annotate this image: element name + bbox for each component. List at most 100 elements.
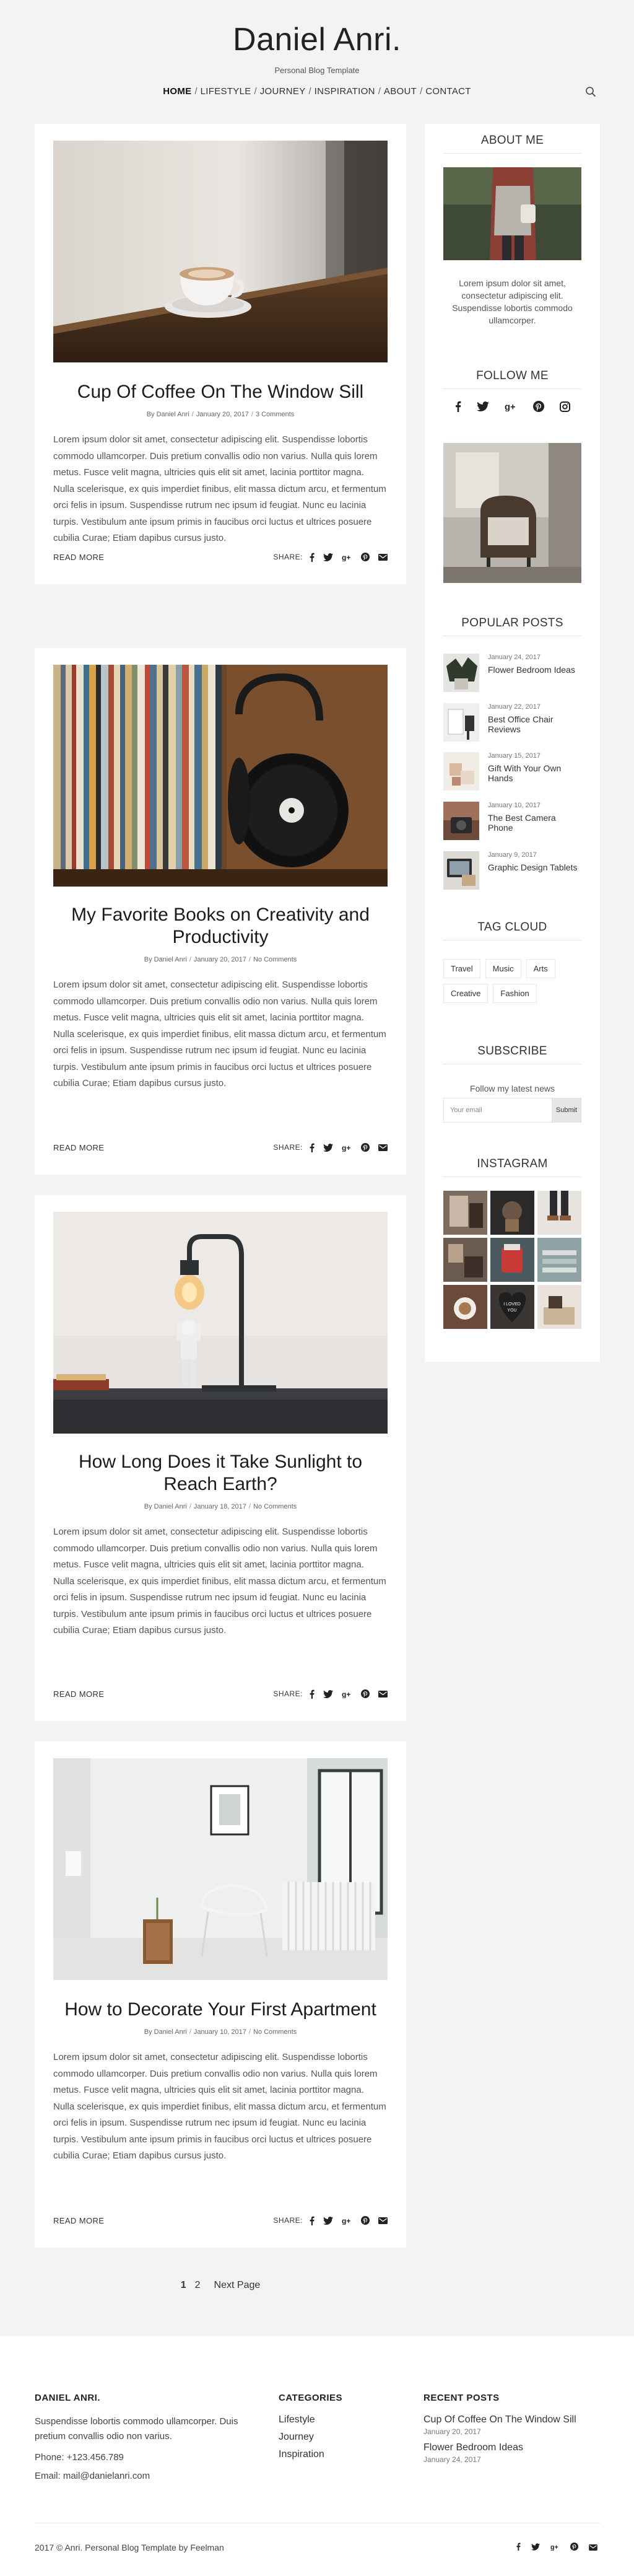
nav-item-home[interactable]: HOME xyxy=(160,86,194,97)
instagram-photo[interactable] xyxy=(443,1238,487,1282)
post-image-records[interactable] xyxy=(53,665,388,887)
footer-email[interactable]: Email: mail@danielanri.com xyxy=(35,2469,150,2484)
post-author[interactable]: By Daniel Anri xyxy=(144,956,187,963)
twitter-icon[interactable] xyxy=(323,1689,333,1698)
nav-item-lifestyle[interactable]: LIFESTYLE xyxy=(198,86,254,97)
pagination-page-1[interactable]: 1 xyxy=(181,2280,186,2291)
tag-arts[interactable]: Arts xyxy=(526,959,555,978)
post-comments[interactable]: No Comments xyxy=(253,1503,297,1510)
popular-post-date: January 10, 2017 xyxy=(488,802,541,809)
twitter-icon[interactable] xyxy=(531,2543,540,2554)
submit-button[interactable]: Submit xyxy=(552,1098,581,1123)
post-comments[interactable]: No Comments xyxy=(253,956,297,963)
email-icon[interactable] xyxy=(589,2543,597,2554)
nav-item-contact[interactable]: CONTACT xyxy=(422,86,474,97)
tag-music[interactable]: Music xyxy=(485,959,521,978)
post-image-lamp[interactable] xyxy=(53,1212,388,1434)
google-plus-icon[interactable]: g+ xyxy=(550,2543,560,2554)
read-more-link[interactable]: READ MORE xyxy=(53,553,104,562)
instagram-photo[interactable] xyxy=(490,1191,534,1235)
pinterest-icon[interactable] xyxy=(361,1143,370,1152)
facebook-icon[interactable] xyxy=(454,401,461,415)
facebook-icon[interactable] xyxy=(516,2543,521,2554)
post-title[interactable]: Cup Of Coffee On The Window Sill xyxy=(53,381,388,403)
read-more-link[interactable]: READ MORE xyxy=(53,1143,104,1152)
facebook-icon[interactable] xyxy=(309,1143,315,1152)
google-plus-icon[interactable]: g+ xyxy=(342,1690,352,1698)
google-plus-icon[interactable]: g+ xyxy=(342,2217,352,2225)
pinterest-icon[interactable] xyxy=(533,401,544,415)
popular-post-title[interactable]: Graphic Design Tablets xyxy=(488,862,581,872)
popular-post-title[interactable]: Gift With Your Own Hands xyxy=(488,763,581,783)
post-image-coffee[interactable] xyxy=(53,141,388,362)
pagination-page-2[interactable]: 2 xyxy=(195,2280,201,2291)
nav-item-about[interactable]: ABOUT xyxy=(381,86,420,97)
next-page-link[interactable]: Next Page xyxy=(214,2280,261,2291)
popular-post-date: January 9, 2017 xyxy=(488,851,537,859)
instagram-photo[interactable] xyxy=(443,1191,487,1235)
popular-post-title[interactable]: The Best Camera Phone xyxy=(488,813,581,833)
footer-category-link[interactable]: Journey xyxy=(279,2432,314,2443)
email-icon[interactable] xyxy=(378,1690,388,1698)
twitter-icon[interactable] xyxy=(477,401,489,414)
popular-post-thumb xyxy=(443,851,479,890)
nav-item-inspiration[interactable]: INSPIRATION xyxy=(311,86,378,97)
popular-post-item[interactable]: January 9, 2017 Graphic Design Tablets xyxy=(443,851,581,890)
google-plus-icon[interactable]: g+ xyxy=(505,401,518,414)
email-field[interactable] xyxy=(443,1098,552,1123)
twitter-icon[interactable] xyxy=(323,2216,333,2225)
post-title[interactable]: My Favorite Books on Creativity and Prod… xyxy=(53,904,388,948)
nav-item-journey[interactable]: JOURNEY xyxy=(257,86,309,97)
sidebar-feature-image[interactable] xyxy=(443,443,581,583)
popular-post-item[interactable]: January 22, 2017 Best Office Chair Revie… xyxy=(443,703,581,742)
pinterest-icon[interactable] xyxy=(361,553,370,561)
post-comments[interactable]: No Comments xyxy=(253,2028,297,2036)
footer-social-icons: g+ xyxy=(516,2543,597,2554)
twitter-icon[interactable] xyxy=(323,553,333,561)
read-more-link[interactable]: READ MORE xyxy=(53,1689,104,1699)
twitter-icon[interactable] xyxy=(323,1143,333,1152)
google-plus-icon[interactable]: g+ xyxy=(342,1144,352,1152)
instagram-photo[interactable]: I LOVED YOU xyxy=(490,1285,534,1329)
tag-travel[interactable]: Travel xyxy=(443,959,480,978)
tag-fashion[interactable]: Fashion xyxy=(493,984,537,1003)
site-title[interactable]: Daniel Anri. xyxy=(0,21,634,58)
popular-post-item[interactable]: January 10, 2017 The Best Camera Phone xyxy=(443,802,581,840)
popular-post-item[interactable]: January 24, 2017 Flower Bedroom Ideas xyxy=(443,654,581,692)
read-more-link[interactable]: READ MORE xyxy=(53,2216,104,2225)
popular-post-title[interactable]: Best Office Chair Reviews xyxy=(488,714,581,734)
footer-category-link[interactable]: Lifestyle xyxy=(279,2414,315,2425)
pinterest-icon[interactable] xyxy=(570,2543,578,2554)
facebook-icon[interactable] xyxy=(309,2216,315,2225)
google-plus-icon[interactable]: g+ xyxy=(342,553,352,561)
email-icon[interactable] xyxy=(378,2217,388,2224)
post-title[interactable]: How Long Does it Take Sunlight to Reach … xyxy=(53,1451,388,1496)
popular-post-item[interactable]: January 15, 2017 Gift With Your Own Hand… xyxy=(443,752,581,791)
instagram-photo[interactable] xyxy=(443,1285,487,1329)
post-title[interactable]: How to Decorate Your First Apartment xyxy=(53,1999,388,2021)
instagram-photo[interactable] xyxy=(537,1238,581,1282)
post-author[interactable]: By Daniel Anri xyxy=(144,1503,187,1510)
email-icon[interactable] xyxy=(378,553,388,561)
search-icon[interactable] xyxy=(584,86,597,100)
popular-post-title[interactable]: Flower Bedroom Ideas xyxy=(488,665,581,675)
post-image-apartment[interactable] xyxy=(53,1758,388,1980)
tag-creative[interactable]: Creative xyxy=(443,984,489,1003)
instagram-photo[interactable] xyxy=(490,1238,534,1282)
facebook-icon[interactable] xyxy=(309,1689,315,1699)
facebook-icon[interactable] xyxy=(309,553,315,562)
post-footer: READ MORE SHARE: g+ xyxy=(53,1688,388,1700)
pinterest-icon[interactable] xyxy=(361,2216,370,2225)
email-icon[interactable] xyxy=(378,1144,388,1151)
footer-category-link[interactable]: Inspiration xyxy=(279,2449,324,2460)
instagram-photo[interactable] xyxy=(537,1191,581,1235)
post-author[interactable]: By Daniel Anri xyxy=(147,411,189,418)
instagram-photo[interactable] xyxy=(537,1285,581,1329)
footer-recent-post-title[interactable]: Cup Of Coffee On The Window Sill xyxy=(423,2414,576,2425)
instagram-icon[interactable] xyxy=(560,401,570,415)
pinterest-icon[interactable] xyxy=(361,1689,370,1698)
post-card: How to Decorate Your First Apartment By … xyxy=(35,1741,406,2248)
post-author[interactable]: By Daniel Anri xyxy=(144,2028,187,2036)
post-comments[interactable]: 3 Comments xyxy=(256,411,294,418)
footer-recent-post-title[interactable]: Flower Bedroom Ideas xyxy=(423,2442,523,2453)
